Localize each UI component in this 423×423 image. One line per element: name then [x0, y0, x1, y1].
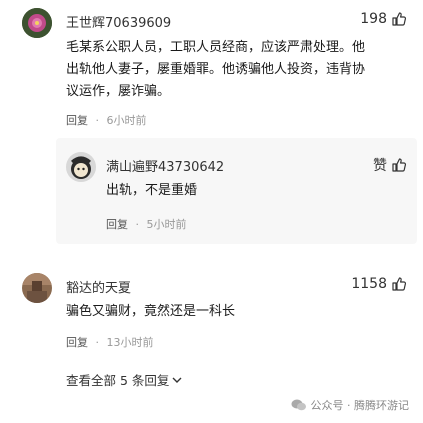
like-count: 198	[360, 11, 387, 27]
comment-time: 5小时前	[146, 218, 187, 231]
thumbs-up-icon	[392, 158, 407, 172]
reply-button[interactable]: 回复	[66, 336, 88, 349]
photo-avatar-icon	[22, 273, 52, 303]
like-label: 赞	[373, 158, 387, 174]
comment-time: 6小时前	[106, 114, 147, 127]
username[interactable]: 满山遍野43730642	[106, 156, 224, 175]
like-count: 1158	[351, 276, 387, 292]
comment-text: 骗色又骗财，竟然还是一科长	[66, 301, 406, 323]
comment-text-line: 骗色又骗财，竟然还是一科长	[66, 304, 236, 319]
comment-meta: 回复 · 6小时前	[66, 112, 147, 128]
username[interactable]: 豁达的天夏	[66, 277, 131, 296]
watermark-text: 公众号 · 腾腾环游记	[310, 399, 410, 412]
comment-text-line: 议运作，屡诈骗。	[66, 84, 171, 99]
chevron-down-icon	[172, 377, 182, 383]
comment-meta: 回复 · 5小时前	[106, 216, 187, 232]
flower-avatar-icon	[22, 8, 52, 38]
meta-separator: ·	[95, 336, 100, 349]
username[interactable]: 王世辉70639609	[66, 12, 171, 31]
user-avatar[interactable]	[66, 152, 96, 182]
user-avatar[interactable]	[22, 8, 52, 38]
comment-text-line: 出轨他人妻子，屡重婚罪。他诱骗他人投资，违背协	[66, 62, 366, 77]
view-all-replies-button[interactable]: 查看全部 5 条回复	[66, 370, 183, 389]
like-button[interactable]: 赞	[373, 155, 407, 175]
comment-text-line: 毛某系公职人员，工职人员经商，应该严肃处理。他	[66, 40, 366, 55]
meta-separator: ·	[135, 218, 140, 231]
reply-button[interactable]: 回复	[106, 218, 128, 231]
reply-button[interactable]: 回复	[66, 114, 88, 127]
view-all-label: 查看全部 5 条回复	[66, 373, 170, 388]
like-button[interactable]: 198	[360, 11, 407, 27]
comment-time: 13小时前	[106, 336, 154, 349]
comment-text: 毛某系公职人员，工职人员经商，应该严肃处理。他 出轨他人妻子，屡重婚罪。他诱骗他…	[66, 37, 406, 103]
thumbs-up-icon	[392, 277, 407, 291]
like-button[interactable]: 1158	[351, 276, 407, 292]
thumbs-up-icon	[392, 12, 407, 26]
wechat-icon	[291, 399, 306, 411]
comment-text-line: 出轨，不是重婚	[106, 183, 198, 198]
meta-separator: ·	[95, 114, 100, 127]
cartoon-avatar-icon	[66, 152, 96, 182]
user-avatar[interactable]	[22, 273, 52, 303]
comment-meta: 回复 · 13小时前	[66, 334, 154, 350]
watermark: 公众号 · 腾腾环游记	[291, 397, 410, 413]
comment-text: 出轨，不是重婚	[106, 180, 396, 202]
